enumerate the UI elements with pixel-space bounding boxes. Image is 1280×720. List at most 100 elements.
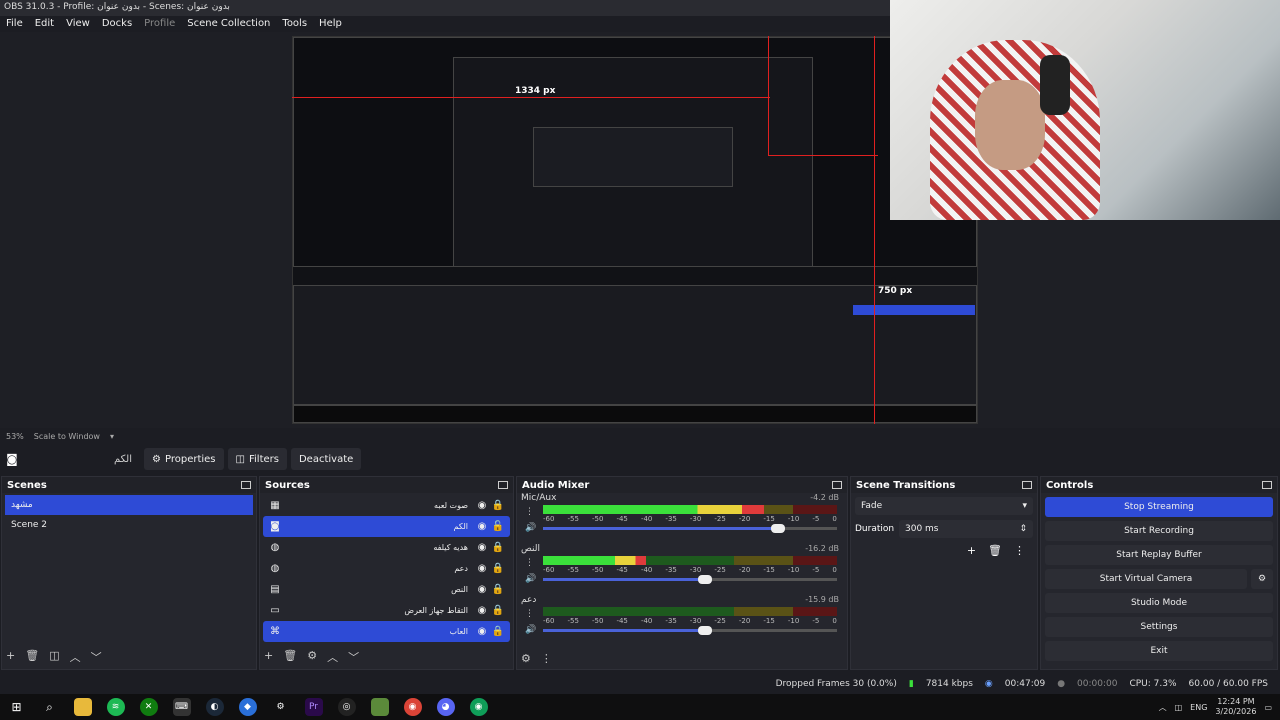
app-blue-icon[interactable]: ◆ bbox=[231, 694, 264, 720]
settings-button[interactable]: Settings bbox=[1045, 617, 1273, 637]
start-replay-buffer-button[interactable]: Start Replay Buffer bbox=[1045, 545, 1273, 565]
xbox-icon[interactable]: ✕ bbox=[132, 694, 165, 720]
lock-icon[interactable]: 🔒 bbox=[490, 542, 506, 553]
menu-tools[interactable]: Tools bbox=[276, 16, 313, 32]
start-virtual-camera-button[interactable]: Start Virtual Camera bbox=[1045, 569, 1247, 589]
network-icon[interactable]: ◫ bbox=[1175, 703, 1183, 712]
trash-icon[interactable]: 🗑 bbox=[988, 544, 1002, 557]
properties-button[interactable]: ⚙ Properties bbox=[144, 448, 224, 470]
lock-icon[interactable]: 🔒 bbox=[490, 584, 506, 595]
unlock-icon[interactable]: 🔓 bbox=[490, 521, 506, 532]
stop-streaming-button[interactable]: Stop Streaming bbox=[1045, 497, 1273, 517]
volume-slider[interactable] bbox=[543, 524, 837, 533]
studio-mode-button[interactable]: Studio Mode bbox=[1045, 593, 1273, 613]
spin-icon[interactable]: ⇕ bbox=[1019, 524, 1027, 534]
menu-dots-icon[interactable]: ⋮ bbox=[525, 609, 534, 619]
discord-icon[interactable]: ◕ bbox=[429, 694, 462, 720]
gear-icon[interactable]: ⚙ bbox=[1251, 569, 1273, 589]
notification-icon[interactable]: ▭ bbox=[1264, 703, 1272, 712]
settings-app-icon[interactable]: ⚙ bbox=[264, 694, 297, 720]
lock-icon[interactable]: 🔒 bbox=[490, 626, 506, 637]
duration-input[interactable]: 300 ms ⇕ bbox=[899, 520, 1033, 538]
chrome-profile-icon[interactable]: ◉ bbox=[462, 694, 495, 720]
scene-item[interactable]: مشهد bbox=[5, 495, 253, 515]
menu-dots-icon[interactable]: ⋮ bbox=[1014, 544, 1025, 557]
filters-button[interactable]: ◫ Filters bbox=[227, 448, 287, 470]
source-row[interactable]: ◙ الكم ◉ 🔓 bbox=[263, 516, 510, 537]
add-icon[interactable]: + bbox=[6, 649, 15, 665]
speaker-icon[interactable]: 🔊 bbox=[525, 574, 536, 584]
start-recording-button[interactable]: Start Recording bbox=[1045, 521, 1273, 541]
filter-icon[interactable]: ◫ bbox=[49, 649, 59, 665]
eye-icon[interactable]: ◉ bbox=[474, 584, 490, 595]
menu-docks[interactable]: Docks bbox=[96, 16, 138, 32]
menu-edit[interactable]: Edit bbox=[29, 16, 60, 32]
speaker-icon[interactable]: 🔊 bbox=[525, 523, 536, 533]
slider-knob[interactable] bbox=[771, 524, 786, 533]
steam-icon[interactable]: ◐ bbox=[198, 694, 231, 720]
source-row[interactable]: ◍ دعم ◉ 🔒 bbox=[263, 558, 510, 579]
lock-icon[interactable]: 🔒 bbox=[490, 605, 506, 616]
volume-slider[interactable] bbox=[543, 575, 837, 584]
deactivate-button[interactable]: Deactivate bbox=[290, 448, 362, 470]
menu-view[interactable]: View bbox=[60, 16, 96, 32]
source-row[interactable]: ⌘ العاب ◉ 🔒 bbox=[263, 621, 510, 642]
obs-icon[interactable]: ◎ bbox=[330, 694, 363, 720]
windows-start-icon[interactable]: ⊞ bbox=[0, 694, 33, 720]
eye-icon[interactable]: ◉ bbox=[474, 626, 490, 637]
source-row[interactable]: ▦ صوت لعبه ◉ 🔒 bbox=[263, 495, 510, 516]
undock-icon[interactable] bbox=[832, 481, 842, 489]
slider-knob[interactable] bbox=[697, 575, 712, 584]
spotify-icon[interactable]: ≋ bbox=[99, 694, 132, 720]
volume-slider[interactable] bbox=[543, 626, 837, 635]
menu-profile[interactable]: Profile bbox=[138, 16, 181, 32]
speaker-icon[interactable]: 🔊 bbox=[525, 625, 536, 635]
minecraft-icon[interactable] bbox=[363, 694, 396, 720]
search-icon[interactable]: ⌕ bbox=[33, 694, 66, 720]
undock-icon[interactable] bbox=[241, 481, 251, 489]
undock-icon[interactable] bbox=[1022, 481, 1032, 489]
chevron-down-icon[interactable]: ▾ bbox=[110, 432, 114, 441]
eye-icon[interactable]: ◉ bbox=[474, 521, 490, 532]
trash-icon[interactable]: 🗑 bbox=[25, 649, 39, 665]
lock-icon[interactable]: 🔒 bbox=[490, 500, 506, 511]
menu-dots-icon[interactable]: ⋮ bbox=[525, 558, 534, 568]
language-indicator[interactable]: ENG bbox=[1190, 703, 1207, 712]
premiere-icon[interactable]: Pr bbox=[297, 694, 330, 720]
menu-help[interactable]: Help bbox=[313, 16, 348, 32]
chevron-up-icon[interactable]: ︿ bbox=[1159, 702, 1167, 713]
file-explorer-icon[interactable] bbox=[66, 694, 99, 720]
chevron-down-icon[interactable]: ﹀ bbox=[91, 649, 102, 665]
add-icon[interactable]: + bbox=[967, 544, 976, 557]
source-row[interactable]: ◍ هديه كيلفه ◉ 🔒 bbox=[263, 537, 510, 558]
gear-icon[interactable]: ⚙ bbox=[521, 652, 531, 665]
slider-knob[interactable] bbox=[697, 626, 712, 635]
exit-button[interactable]: Exit bbox=[1045, 641, 1273, 661]
chevron-down-icon[interactable]: ﹀ bbox=[348, 649, 359, 665]
trash-icon[interactable]: 🗑 bbox=[283, 649, 297, 665]
scale-mode[interactable]: Scale to Window bbox=[34, 432, 100, 441]
eye-icon[interactable]: ◉ bbox=[474, 542, 490, 553]
add-icon[interactable]: + bbox=[264, 649, 273, 665]
chrome-icon[interactable]: ◉ bbox=[396, 694, 429, 720]
undock-icon[interactable] bbox=[498, 481, 508, 489]
clock[interactable]: 12:24 PM 3/20/2026 bbox=[1215, 697, 1256, 717]
chevron-up-icon[interactable]: ︿ bbox=[70, 649, 81, 665]
chevron-up-icon[interactable]: ︿ bbox=[327, 649, 338, 665]
menu-dots-icon[interactable]: ⋮ bbox=[541, 652, 552, 665]
gear-icon[interactable]: ⚙ bbox=[307, 649, 317, 665]
webcam-source[interactable] bbox=[890, 0, 1280, 220]
menu-dots-icon[interactable]: ⋮ bbox=[525, 507, 534, 517]
transition-select[interactable]: Fade ▾ bbox=[855, 497, 1033, 515]
scene-item[interactable]: Scene 2 bbox=[5, 515, 253, 535]
source-row[interactable]: ▤ النص ◉ 🔒 bbox=[263, 579, 510, 600]
eye-icon[interactable]: ◉ bbox=[474, 500, 490, 511]
eye-icon[interactable]: ◉ bbox=[474, 605, 490, 616]
undock-icon[interactable] bbox=[1262, 481, 1272, 489]
menu-file[interactable]: File bbox=[0, 16, 29, 32]
keyboard-app-icon[interactable]: ⌨ bbox=[165, 694, 198, 720]
menu-scene-collection[interactable]: Scene Collection bbox=[181, 16, 276, 32]
eye-icon[interactable]: ◉ bbox=[474, 563, 490, 574]
source-row[interactable]: ▭ التقاط جهاز العرض ◉ 🔒 bbox=[263, 600, 510, 621]
lock-icon[interactable]: 🔒 bbox=[490, 563, 506, 574]
